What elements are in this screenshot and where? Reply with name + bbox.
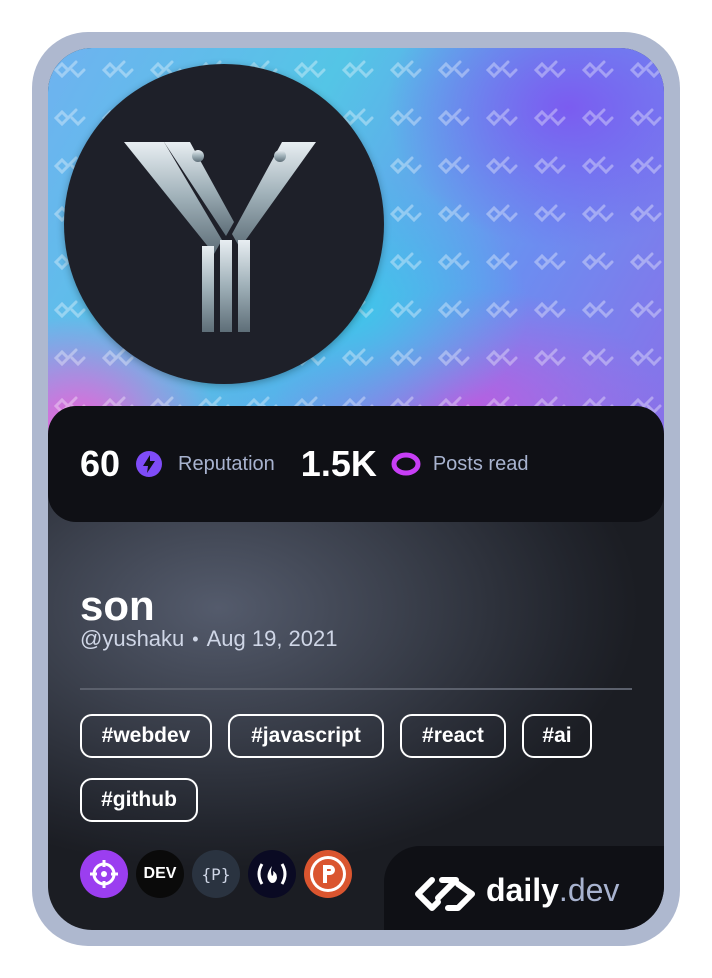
tag-react: #react	[400, 714, 506, 758]
freecodecamp-source-icon	[248, 850, 296, 898]
cover-image	[48, 48, 664, 468]
tag-javascript: #javascript	[228, 714, 384, 758]
brand-suffix: .dev	[558, 872, 620, 908]
posts-read-label: Posts read	[432, 452, 529, 475]
reputation-stat: 60 Reputation	[80, 443, 275, 485]
separator-dot: •	[192, 628, 199, 649]
producthunt-source-icon	[304, 850, 352, 898]
dailydev-logo-icon	[415, 877, 475, 911]
avatar	[64, 64, 384, 384]
posts-read-stat: 1.5K Posts read	[301, 443, 529, 485]
reputation-label: Reputation	[178, 452, 275, 475]
posts-read-icon	[391, 451, 421, 477]
tag-ai: #ai	[522, 714, 592, 758]
brand-wordmark: daily.dev	[486, 872, 619, 909]
stats-bar: 60 Reputation 1.5K Posts read	[48, 406, 664, 522]
p-braces-source-icon: {P}	[192, 850, 240, 898]
tag-webdev: #webdev	[80, 714, 212, 758]
divider	[80, 688, 632, 690]
brand-name: daily	[486, 872, 559, 908]
profile-handle: @yushaku	[80, 626, 185, 651]
profile-meta: @yushaku • Aug 19, 2021	[80, 626, 338, 652]
profile-name: son	[80, 582, 155, 629]
tag-github: #github	[80, 778, 198, 822]
dev-source-icon: DEV	[136, 850, 184, 898]
reputation-icon	[136, 451, 163, 477]
devcard: 60 Reputation 1.5K Posts read son @yusha…	[32, 32, 680, 946]
reputation-value: 60	[80, 443, 121, 484]
devcard-body: 60 Reputation 1.5K Posts read son @yusha…	[48, 48, 664, 930]
joined-date: Aug 19, 2021	[206, 626, 338, 651]
y-logo-icon	[124, 142, 316, 332]
crosshair-source-icon	[80, 850, 128, 898]
brand-badge: daily.dev	[384, 846, 664, 930]
posts-read-value: 1.5K	[300, 443, 377, 484]
